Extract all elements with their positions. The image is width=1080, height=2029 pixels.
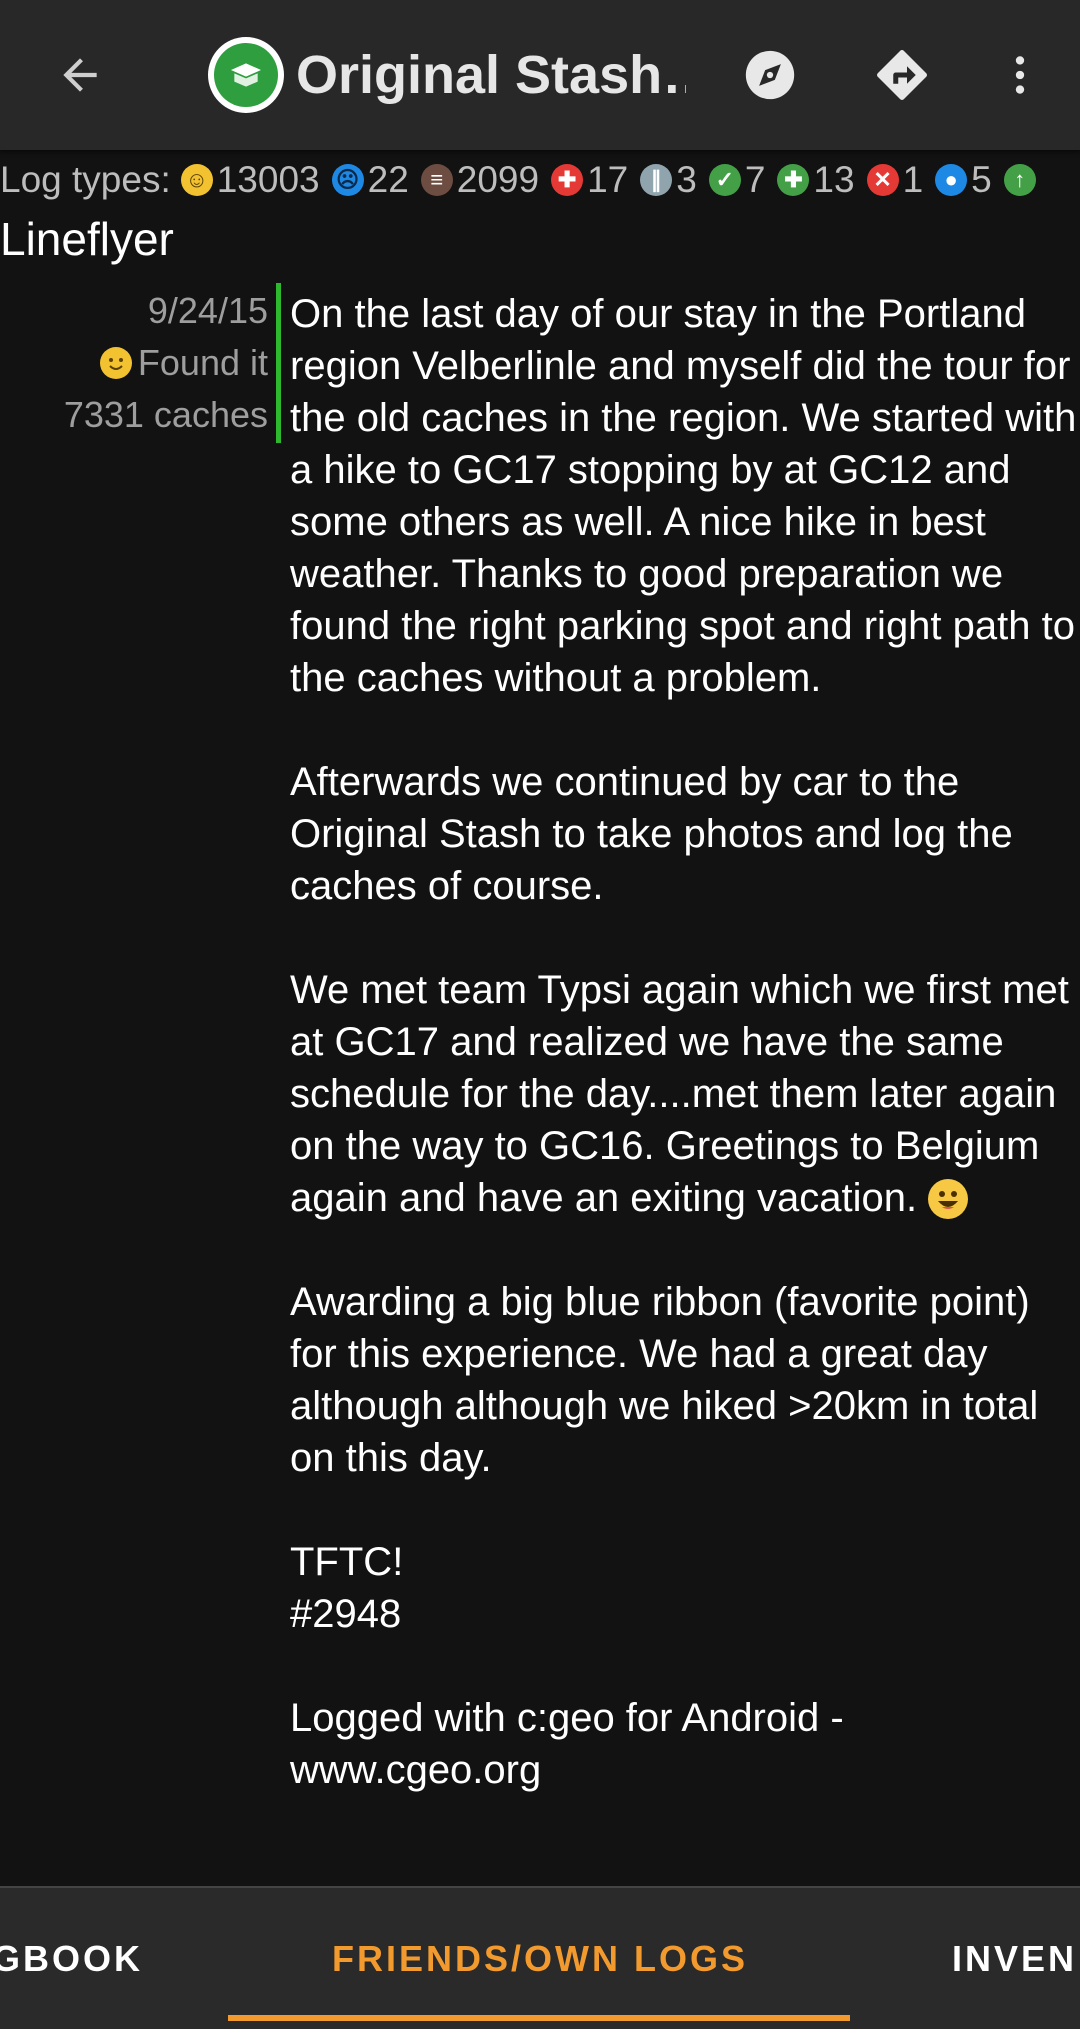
published-icon: ↑ (1003, 164, 1036, 196)
log-paragraph: TFTC! #2948 (290, 1540, 404, 1636)
grinning-emoji-icon (928, 1179, 969, 1219)
log-paragraph: On the last day of our stay in the Portl… (290, 292, 1077, 700)
log-type-count: ≡ 2099 (420, 159, 539, 201)
note-icon: ≡ (420, 164, 453, 196)
cache-type-traditional-icon (208, 37, 284, 113)
log-type-count: ☹ 22 (331, 159, 409, 201)
found-indicator-bar (276, 283, 281, 443)
found-it-icon: ☺ (180, 164, 213, 196)
disabled-icon: ∥ (640, 164, 673, 196)
log-type-count: ● 5 (935, 159, 992, 201)
arrow-back-icon (63, 58, 97, 92)
log-author[interactable]: Lineflyer (0, 212, 174, 266)
log-type-count: ∥ 3 (640, 159, 697, 201)
log-type: Found it (0, 337, 268, 389)
log-type-count: ✚ 13 (777, 159, 855, 201)
more-vert-icon (1015, 56, 1025, 94)
navigate-directions-icon (877, 50, 927, 100)
archived-icon: ✕ (866, 164, 899, 196)
found-it-icon (99, 347, 132, 379)
title-area[interactable]: Original Stash… (208, 35, 686, 115)
log-paragraph: Awarding a big blue ribbon (favorite poi… (290, 1280, 1050, 1480)
log-type-label: Found it (137, 342, 268, 383)
tab-logbook[interactable]: GBOOK (0, 1888, 143, 2029)
needs-maintenance-icon: ✚ (551, 164, 584, 196)
tab-friends-own-logs[interactable]: FRIENDS/OWN LOGS (332, 1888, 748, 2029)
log-type-count: ☺ 13003 (180, 159, 320, 201)
log-type-count: ✓ 7 (708, 159, 765, 201)
page-title: Original Stash… (296, 45, 686, 105)
log-date: 9/24/15 (147, 290, 268, 331)
back-button[interactable] (40, 35, 120, 115)
compass-button[interactable] (730, 35, 810, 115)
more-options-button[interactable] (980, 35, 1060, 115)
log-types-label: Log types: (0, 159, 171, 200)
tab-bar: GBOOK FRIENDS/OWN LOGS INVEN (0, 1886, 1080, 2029)
log-paragraph: Logged with c:geo for Android - www.cgeo… (290, 1696, 855, 1792)
log-meta: 9/24/15 Found it 7331 caches (0, 285, 268, 441)
maintenance-performed-icon: ✚ (777, 164, 810, 196)
log-type-count: ↑ (1003, 164, 1040, 196)
finder-count: 7331 caches (63, 394, 268, 435)
navigate-button[interactable] (862, 35, 942, 115)
didnt-find-icon: ☹ (331, 164, 364, 196)
enabled-icon: ✓ (708, 164, 741, 196)
active-tab-indicator (228, 2015, 850, 2021)
log-paragraph: Afterwards we continued by car to the Or… (290, 760, 1024, 908)
compass-icon (745, 50, 795, 100)
log-types-summary: Log types: ☺ 13003 ☹ 22 ≡ 2099 ✚ 17 ∥ 3 … (0, 155, 1080, 205)
reviewer-note-icon: ● (935, 164, 968, 196)
app-bar: Original Stash… (0, 0, 1080, 150)
log-text[interactable]: On the last day of our stay in the Portl… (290, 288, 1080, 1796)
log-type-count: ✕ 1 (866, 159, 923, 201)
tab-inventory[interactable]: INVEN (952, 1888, 1077, 2029)
log-type-count: ✚ 17 (551, 159, 628, 201)
